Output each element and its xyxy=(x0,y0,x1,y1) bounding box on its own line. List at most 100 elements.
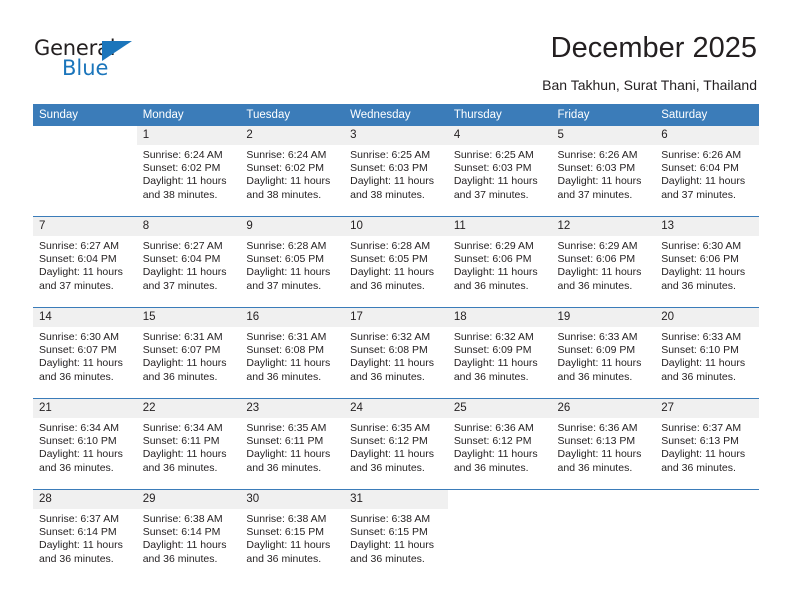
day-details: Sunrise: 6:25 AM Sunset: 6:03 PM Daylight:… xyxy=(344,145,448,202)
calendar-week-row: 7 Sunrise: 6:27 AM Sunset: 6:04 PM Daylight… xyxy=(33,216,759,308)
calendar-day-cell[interactable]: 16 Sunrise: 6:31 AM Sunset: 6:08 PM Dayligh… xyxy=(240,307,345,399)
calendar-day-cell[interactable]: 31 Sunrise: 6:38 AM Sunset: 6:15 PM Dayligh… xyxy=(344,489,448,580)
sunrise-text: Sunrise: 6:34 AM xyxy=(142,422,223,434)
daylight-text-line2: and 37 minutes. xyxy=(557,188,633,201)
calendar-empty-cell xyxy=(447,489,552,580)
calendar-day-cell[interactable]: 6 Sunrise: 6:26 AM Sunset: 6:04 PM Daylight… xyxy=(655,126,759,217)
daylight-text-line2: and 36 minutes. xyxy=(557,279,633,292)
daylight-text-line2: and 36 minutes. xyxy=(557,461,633,474)
day-number xyxy=(447,490,552,509)
calendar-day-cell[interactable]: 19 Sunrise: 6:33 AM Sunset: 6:09 PM Dayligh… xyxy=(551,307,656,399)
calendar-day-cell[interactable]: 11 Sunrise: 6:29 AM Sunset: 6:06 PM Dayligh… xyxy=(447,216,552,308)
sunrise-text: Sunrise: 6:38 AM xyxy=(350,513,431,525)
calendar-day-cell[interactable]: 2 Sunrise: 6:24 AM Sunset: 6:02 PM Daylight… xyxy=(240,126,345,217)
logo[interactable]: General Blue xyxy=(34,36,154,82)
weekday-header-row: Sunday Monday Tuesday Wednesday Thursday… xyxy=(33,104,759,126)
sunrise-text: Sunrise: 6:26 AM xyxy=(557,149,638,161)
day-cell-inner: 17 Sunrise: 6:32 AM Sunset: 6:08 PM Dayligh… xyxy=(344,308,448,398)
sunrise-text: Sunrise: 6:37 AM xyxy=(661,422,742,434)
day-cell-inner: 31 Sunrise: 6:38 AM Sunset: 6:15 PM Dayligh… xyxy=(344,490,448,580)
day-cell-inner: 16 Sunrise: 6:31 AM Sunset: 6:08 PM Dayligh… xyxy=(240,308,345,398)
daylight-text-line2: and 36 minutes. xyxy=(453,461,529,474)
day-cell-inner: 24 Sunrise: 6:35 AM Sunset: 6:12 PM Dayligh… xyxy=(344,399,448,489)
daylight-text-line1: Daylight: 11 hours xyxy=(246,266,331,279)
day-cell-inner: 29 Sunrise: 6:38 AM Sunset: 6:14 PM Dayligh… xyxy=(136,490,241,580)
calendar-day-cell[interactable]: 10 Sunrise: 6:28 AM Sunset: 6:05 PM Dayligh… xyxy=(344,216,448,308)
calendar-day-cell[interactable]: 24 Sunrise: 6:35 AM Sunset: 6:12 PM Dayligh… xyxy=(344,398,448,490)
calendar-day-cell[interactable]: 26 Sunrise: 6:36 AM Sunset: 6:13 PM Dayligh… xyxy=(551,398,656,490)
day-number: 14 xyxy=(33,308,137,327)
weekday-header-sunday: Sunday xyxy=(33,104,137,126)
sunset-text: Sunset: 6:12 PM xyxy=(350,435,428,448)
day-details: Sunrise: 6:30 AM Sunset: 6:07 PM Daylight:… xyxy=(33,327,137,384)
calendar-day-cell[interactable]: 30 Sunrise: 6:38 AM Sunset: 6:15 PM Dayligh… xyxy=(240,489,345,580)
day-cell-inner: 13 Sunrise: 6:30 AM Sunset: 6:06 PM Dayligh… xyxy=(655,217,759,307)
calendar-day-cell[interactable]: 5 Sunrise: 6:26 AM Sunset: 6:03 PM Daylight… xyxy=(551,126,656,217)
calendar-day-cell[interactable]: 28 Sunrise: 6:37 AM Sunset: 6:14 PM Dayligh… xyxy=(33,489,137,580)
calendar-day-cell[interactable]: 15 Sunrise: 6:31 AM Sunset: 6:07 PM Dayligh… xyxy=(136,307,241,399)
sunrise-text: Sunrise: 6:27 AM xyxy=(142,240,223,252)
daylight-text-line1: Daylight: 11 hours xyxy=(142,266,227,279)
sunrise-text: Sunrise: 6:31 AM xyxy=(142,331,223,343)
calendar-day-cell[interactable]: 8 Sunrise: 6:27 AM Sunset: 6:04 PM Daylight… xyxy=(136,216,241,308)
day-details: Sunrise: 6:33 AM Sunset: 6:10 PM Daylight:… xyxy=(655,327,759,384)
daylight-text-line2: and 36 minutes. xyxy=(350,370,425,383)
calendar-day-cell[interactable]: 4 Sunrise: 6:25 AM Sunset: 6:03 PM Daylight… xyxy=(447,126,552,217)
calendar-day-cell[interactable]: 12 Sunrise: 6:29 AM Sunset: 6:06 PM Dayligh… xyxy=(551,216,656,308)
daylight-text-line1: Daylight: 11 hours xyxy=(350,266,434,279)
daylight-text-line1: Daylight: 11 hours xyxy=(246,448,331,461)
calendar-day-cell[interactable]: 29 Sunrise: 6:38 AM Sunset: 6:14 PM Dayligh… xyxy=(136,489,241,580)
weekday-header-monday: Monday xyxy=(136,104,241,126)
sunset-text: Sunset: 6:15 PM xyxy=(246,526,325,539)
day-cell-inner: 15 Sunrise: 6:31 AM Sunset: 6:07 PM Dayligh… xyxy=(136,308,241,398)
sunrise-text: Sunrise: 6:38 AM xyxy=(246,513,327,525)
calendar-day-cell[interactable]: 7 Sunrise: 6:27 AM Sunset: 6:04 PM Daylight… xyxy=(33,216,137,308)
day-cell-inner: 22 Sunrise: 6:34 AM Sunset: 6:11 PM Dayligh… xyxy=(136,399,241,489)
sunrise-text: Sunrise: 6:33 AM xyxy=(557,331,638,343)
calendar-day-cell[interactable]: 14 Sunrise: 6:30 AM Sunset: 6:07 PM Dayligh… xyxy=(33,307,137,399)
day-cell-inner: 7 Sunrise: 6:27 AM Sunset: 6:04 PM Daylight… xyxy=(33,217,137,307)
daylight-text-line2: and 36 minutes. xyxy=(661,370,736,383)
calendar-day-cell[interactable]: 23 Sunrise: 6:35 AM Sunset: 6:11 PM Dayligh… xyxy=(240,398,345,490)
sunrise-text: Sunrise: 6:26 AM xyxy=(661,149,742,161)
sunset-text: Sunset: 6:02 PM xyxy=(246,162,325,175)
daylight-text-line1: Daylight: 11 hours xyxy=(142,175,227,188)
calendar-day-cell[interactable]: 20 Sunrise: 6:33 AM Sunset: 6:10 PM Dayligh… xyxy=(655,307,759,399)
sunrise-text: Sunrise: 6:24 AM xyxy=(142,149,223,161)
daylight-text-line2: and 36 minutes. xyxy=(350,279,425,292)
weekday-header-friday: Friday xyxy=(551,104,656,126)
sunset-text: Sunset: 6:07 PM xyxy=(39,344,117,357)
daylight-text-line1: Daylight: 11 hours xyxy=(453,266,538,279)
calendar-day-cell[interactable]: 1 Sunrise: 6:24 AM Sunset: 6:02 PM Daylight… xyxy=(136,126,241,217)
daylight-text-line2: and 38 minutes. xyxy=(350,188,425,201)
daylight-text-line2: and 36 minutes. xyxy=(246,370,322,383)
weekday-header-thursday: Thursday xyxy=(447,104,552,126)
day-number: 31 xyxy=(344,490,448,509)
calendar-day-cell[interactable]: 25 Sunrise: 6:36 AM Sunset: 6:12 PM Dayligh… xyxy=(447,398,552,490)
calendar-day-cell[interactable]: 17 Sunrise: 6:32 AM Sunset: 6:08 PM Dayligh… xyxy=(344,307,448,399)
sunset-text: Sunset: 6:05 PM xyxy=(350,253,428,266)
day-cell-inner: 20 Sunrise: 6:33 AM Sunset: 6:10 PM Dayligh… xyxy=(655,308,759,398)
day-details: Sunrise: 6:36 AM Sunset: 6:12 PM Daylight:… xyxy=(448,418,552,475)
calendar-day-cell[interactable]: 13 Sunrise: 6:30 AM Sunset: 6:06 PM Dayligh… xyxy=(655,216,759,308)
day-cell-inner: 18 Sunrise: 6:32 AM Sunset: 6:09 PM Dayligh… xyxy=(447,308,552,398)
day-number: 4 xyxy=(447,126,552,145)
calendar-day-cell[interactable]: 21 Sunrise: 6:34 AM Sunset: 6:10 PM Dayligh… xyxy=(33,398,137,490)
calendar-day-cell[interactable]: 9 Sunrise: 6:28 AM Sunset: 6:05 PM Daylight… xyxy=(240,216,345,308)
calendar-day-cell[interactable]: 27 Sunrise: 6:37 AM Sunset: 6:13 PM Dayligh… xyxy=(655,398,759,490)
daylight-text-line1: Daylight: 11 hours xyxy=(39,448,123,461)
daylight-text-line2: and 36 minutes. xyxy=(350,461,425,474)
day-cell-inner: 5 Sunrise: 6:26 AM Sunset: 6:03 PM Daylight… xyxy=(551,126,656,216)
day-cell-inner: 3 Sunrise: 6:25 AM Sunset: 6:03 PM Daylight… xyxy=(344,126,448,216)
day-number: 18 xyxy=(447,308,552,327)
calendar-day-cell[interactable]: 18 Sunrise: 6:32 AM Sunset: 6:09 PM Dayligh… xyxy=(447,307,552,399)
daylight-text-line1: Daylight: 11 hours xyxy=(557,448,642,461)
daylight-text-line1: Daylight: 11 hours xyxy=(453,448,538,461)
daylight-text-line2: and 36 minutes. xyxy=(246,552,322,565)
daylight-text-line2: and 36 minutes. xyxy=(39,461,114,474)
calendar-day-cell[interactable]: 22 Sunrise: 6:34 AM Sunset: 6:11 PM Dayligh… xyxy=(136,398,241,490)
daylight-text-line1: Daylight: 11 hours xyxy=(350,357,434,370)
calendar-day-cell[interactable]: 3 Sunrise: 6:25 AM Sunset: 6:03 PM Daylight… xyxy=(344,126,448,217)
day-details: Sunrise: 6:25 AM Sunset: 6:03 PM Daylight:… xyxy=(448,145,552,202)
daylight-text-line1: Daylight: 11 hours xyxy=(39,539,123,552)
